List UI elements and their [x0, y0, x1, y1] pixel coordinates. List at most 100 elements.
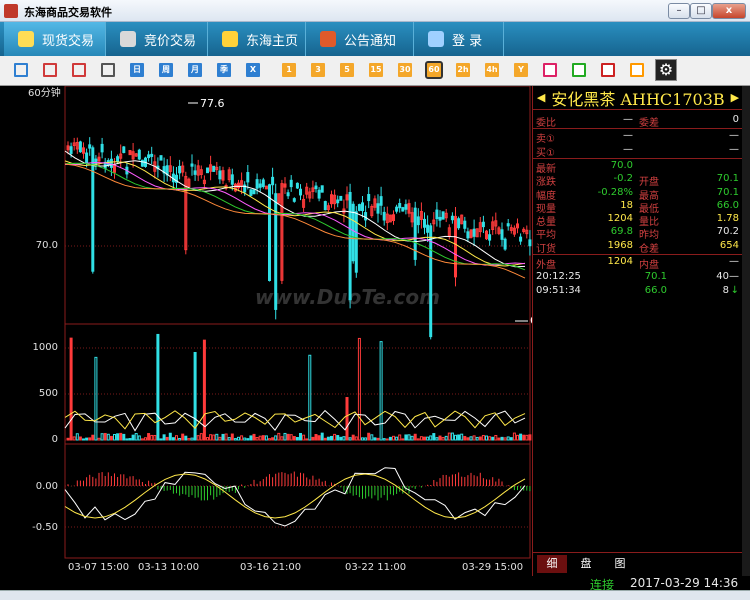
tick-vol: 8 — [722, 284, 729, 296]
quote-l1: 外盘 — [536, 260, 556, 271]
quote-row: 最新 70.0 — [533, 160, 743, 175]
zoom-in-icon[interactable] — [572, 63, 586, 77]
minute-button[interactable]: 2h — [456, 63, 470, 77]
volume-bar — [454, 434, 457, 441]
quote-v2: 0 — [732, 114, 739, 125]
quote-tabs: 细盘图 — [533, 552, 743, 574]
nav-tab-2[interactable]: 东海主页 — [208, 22, 306, 56]
datetime: 2017-03-29 14:36 — [630, 576, 739, 590]
nav-tab-1[interactable]: 竞价交易 — [106, 22, 208, 56]
minute-button[interactable]: 30 — [398, 63, 412, 77]
volume-bar — [354, 436, 358, 441]
volume-bar — [463, 435, 467, 441]
period-button[interactable]: 周 — [159, 63, 173, 77]
candle-body — [413, 207, 417, 260]
line-chart-icon[interactable] — [43, 63, 57, 77]
minute-button[interactable]: 15 — [369, 63, 383, 77]
volume-bar — [361, 437, 364, 441]
candle-body — [122, 146, 126, 153]
minimize-button[interactable]: – — [668, 3, 690, 19]
minute-button[interactable]: 3 — [311, 63, 325, 77]
candle-icon[interactable] — [72, 63, 86, 77]
candle-body — [463, 220, 467, 229]
volume-bar — [500, 436, 504, 441]
kline-chart[interactable]: 60分钟 70.0 1000 500 0 0.00 -0.50 03-07 15:00 03-1… — [0, 86, 532, 576]
volume-bar — [497, 437, 501, 441]
volume-bar — [66, 437, 70, 441]
note-icon[interactable] — [543, 63, 557, 77]
app-window: 东海商品交易软件 – □ x 现货交易 竞价交易 东海主页 公告通知 登 录 日 周 月 季 X… — [0, 0, 750, 600]
prev-instrument-icon[interactable]: ◀ — [537, 91, 545, 104]
volume-bar — [283, 432, 287, 441]
right-scrollbar[interactable] — [742, 86, 750, 576]
nav-tab-0[interactable]: 现货交易 — [4, 22, 106, 56]
candle-body — [116, 156, 120, 163]
period-button[interactable]: 季 — [217, 63, 231, 77]
volume-bar — [137, 435, 141, 441]
quote-row: 涨跌 -0.2 开盘 70.1 — [533, 173, 743, 188]
period-button[interactable]: 日 — [130, 63, 144, 77]
volume-bar — [292, 436, 296, 441]
candle-body — [159, 155, 163, 161]
volume-bar — [481, 434, 485, 441]
bar-chart-icon[interactable] — [14, 63, 28, 77]
volume-bar — [379, 341, 383, 441]
period-button[interactable]: 月 — [188, 63, 202, 77]
volume-bar — [212, 434, 216, 441]
volume-bar — [246, 438, 250, 441]
volume-bar — [150, 434, 154, 441]
minute-button[interactable]: Y — [514, 63, 528, 77]
volume-bar — [277, 432, 281, 441]
volume-bar — [184, 435, 188, 441]
nav-tab-label: 东海主页 — [246, 33, 299, 49]
volume-bar — [175, 435, 178, 441]
candle-body — [361, 202, 364, 212]
volume-bar — [441, 437, 445, 441]
nav-tab-3[interactable]: 公告通知 — [306, 22, 414, 56]
maximize-button[interactable]: □ — [690, 3, 712, 19]
minute-button[interactable]: 5 — [340, 63, 354, 77]
volume-bar — [261, 435, 265, 441]
volume-bar — [109, 435, 113, 441]
volume-bar — [357, 337, 361, 441]
candle-body — [246, 172, 250, 183]
volume-bar — [122, 433, 126, 441]
minute-button[interactable]: 4h — [485, 63, 499, 77]
volume-bar — [103, 432, 107, 441]
quote-tab[interactable]: 图 — [605, 555, 635, 573]
calendar-icon[interactable] — [101, 63, 115, 77]
volume-bar — [289, 434, 293, 441]
minute-button[interactable]: 1 — [282, 63, 296, 77]
zoom-out-icon[interactable] — [601, 63, 615, 77]
pen-icon[interactable] — [630, 63, 644, 77]
next-instrument-icon[interactable]: ▶ — [731, 91, 739, 104]
candle-body — [140, 159, 144, 167]
quote-tab[interactable]: 细 — [537, 555, 567, 573]
nav-tab-label: 登 录 — [452, 33, 483, 49]
candle-body — [314, 185, 318, 190]
volume-bar — [311, 436, 315, 441]
settings-gear-icon[interactable]: ⚙ — [655, 59, 677, 81]
candle-body — [320, 185, 324, 193]
volume-bar — [258, 435, 262, 441]
minute-button[interactable]: 60 — [425, 61, 443, 79]
volume-bar — [280, 436, 284, 441]
kline-chart-area[interactable]: 60分钟 70.0 1000 500 0 0.00 -0.50 03-07 15:00 03-1… — [0, 86, 532, 576]
close-button[interactable]: x — [712, 3, 746, 19]
nav-tab-4[interactable]: 登 录 — [414, 22, 504, 56]
volume-bar — [423, 436, 426, 441]
quote-tab[interactable]: 盘 — [571, 555, 601, 573]
candle-body — [481, 221, 485, 228]
volume-bar — [69, 337, 73, 441]
x-axis-label: 03-07 15:00 — [68, 562, 129, 573]
volume-bar — [364, 437, 368, 441]
quote-v2: 70.1 — [716, 173, 739, 185]
volume-bar — [317, 435, 321, 441]
period-button[interactable]: X — [246, 63, 260, 77]
vol-axis-label: 500 — [39, 388, 58, 399]
quote-row: 外盘 1204 内盘 — — [533, 256, 743, 271]
candle-body — [88, 144, 92, 149]
window-title: 东海商品交易软件 — [24, 6, 112, 19]
volume-bar — [512, 432, 516, 441]
volume-bar — [525, 434, 529, 441]
